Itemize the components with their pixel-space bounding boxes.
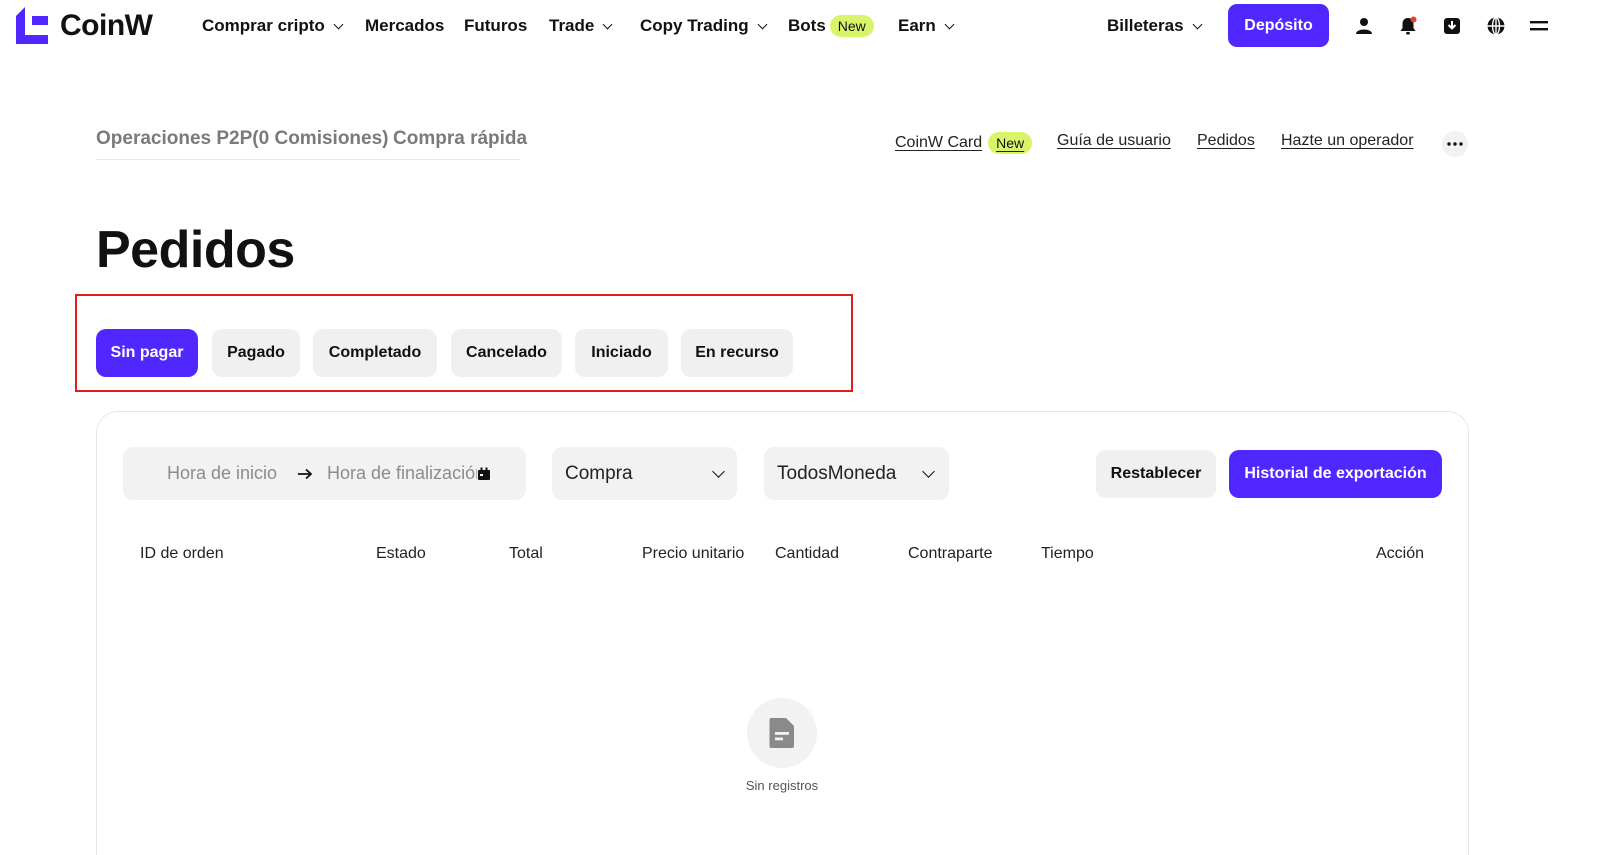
globe-icon[interactable] <box>1484 14 1508 38</box>
tab-completado[interactable]: Completado <box>313 329 437 377</box>
nav-label: Earn <box>898 16 936 35</box>
order-type-value: Compra <box>565 462 633 484</box>
empty-state-badge <box>747 698 817 768</box>
document-icon <box>769 718 794 748</box>
end-time-input[interactable] <box>327 463 477 484</box>
p2p-subtabs: Operaciones P2P(0 Comisiones) Compra ráp… <box>96 128 527 160</box>
nav-comprar-cripto[interactable]: Comprar cripto <box>202 14 344 38</box>
user-icon[interactable] <box>1352 14 1376 38</box>
subtab-compra-rapida[interactable]: Compra rápida <box>393 128 527 150</box>
nav-bots[interactable]: Bots New <box>788 14 874 38</box>
column-header-time: Tiempo <box>1041 545 1094 562</box>
chevron-down-icon <box>922 465 935 478</box>
coin-value: TodosMoneda <box>777 462 897 484</box>
column-header-order-id: ID de orden <box>140 545 224 562</box>
nav-label: Copy Trading <box>640 16 749 35</box>
column-header-counterparty: Contraparte <box>908 545 993 562</box>
nav-label: Comprar cripto <box>202 16 325 35</box>
export-history-button[interactable]: Historial de exportación <box>1229 450 1442 498</box>
start-time-input[interactable] <box>167 463 293 484</box>
link-coinw-card[interactable]: CoinW Card New <box>895 132 1033 154</box>
deposit-button[interactable]: Depósito <box>1228 4 1329 47</box>
link-label: Hazte un operador <box>1281 132 1414 149</box>
tab-iniciado[interactable]: Iniciado <box>575 329 668 377</box>
tab-sin-pagar[interactable]: Sin pagar <box>96 329 198 377</box>
nav-earn[interactable]: Earn <box>898 14 955 38</box>
new-badge: New <box>829 15 874 37</box>
tab-en-recurso[interactable]: En recurso <box>681 329 793 377</box>
link-guia-usuario[interactable]: Guía de usuario <box>1057 132 1171 150</box>
top-navigation: CoinW Comprar cripto Mercados Futuros Tr… <box>0 0 1600 52</box>
link-label: Guía de usuario <box>1057 132 1171 149</box>
arrow-right-icon <box>298 468 313 479</box>
empty-state-text: Sin registros <box>745 778 819 793</box>
nav-billeteras[interactable]: Billeteras <box>1107 14 1202 38</box>
subtab-p2p[interactable]: Operaciones P2P(0 Comisiones) <box>96 128 389 150</box>
nav-copy-trading[interactable]: Copy Trading <box>640 14 768 38</box>
nav-trade[interactable]: Trade <box>549 14 613 38</box>
more-dots-icon[interactable] <box>1442 131 1468 157</box>
nav-futuros[interactable]: Futuros <box>464 14 527 38</box>
download-icon[interactable] <box>1440 14 1464 38</box>
bell-icon[interactable] <box>1396 14 1420 38</box>
coinw-logo-icon <box>16 7 48 44</box>
link-hazte-operador[interactable]: Hazte un operador <box>1281 132 1414 150</box>
column-header-unit-price: Precio unitario <box>642 545 745 562</box>
chevron-down-icon <box>712 465 725 478</box>
new-badge: New <box>988 132 1033 154</box>
tab-pagado[interactable]: Pagado <box>212 329 300 377</box>
nav-label: Mercados <box>365 16 445 35</box>
link-pedidos[interactable]: Pedidos <box>1197 132 1255 150</box>
column-header-action: Acción <box>1376 545 1425 562</box>
tab-cancelado[interactable]: Cancelado <box>451 329 562 377</box>
menu-icon[interactable] <box>1527 14 1551 38</box>
chevron-down-icon <box>1192 19 1202 29</box>
reset-button[interactable]: Restablecer <box>1096 450 1216 498</box>
link-label: CoinW Card <box>895 134 983 151</box>
page-title: Pedidos <box>96 221 295 279</box>
coinw-logo[interactable]: CoinW <box>16 7 153 44</box>
chevron-down-icon <box>757 19 768 29</box>
nav-mercados[interactable]: Mercados <box>365 14 444 38</box>
link-label: Pedidos <box>1197 132 1255 149</box>
nav-label: Bots <box>788 16 826 35</box>
column-header-status: Estado <box>376 545 426 562</box>
chevron-down-icon <box>602 19 613 29</box>
column-header-total: Total <box>509 545 543 562</box>
chevron-down-icon <box>944 19 955 29</box>
coin-select[interactable]: TodosMoneda <box>764 447 949 500</box>
nav-label: Futuros <box>464 16 528 35</box>
calendar-icon <box>478 467 490 480</box>
order-type-select[interactable]: Compra <box>552 447 737 500</box>
nav-label: Billeteras <box>1107 16 1184 35</box>
chevron-down-icon <box>333 19 344 29</box>
date-range-picker[interactable] <box>123 447 526 500</box>
column-header-quantity: Cantidad <box>775 545 840 562</box>
brand-name: CoinW <box>60 8 153 42</box>
nav-label: Trade <box>549 16 595 35</box>
